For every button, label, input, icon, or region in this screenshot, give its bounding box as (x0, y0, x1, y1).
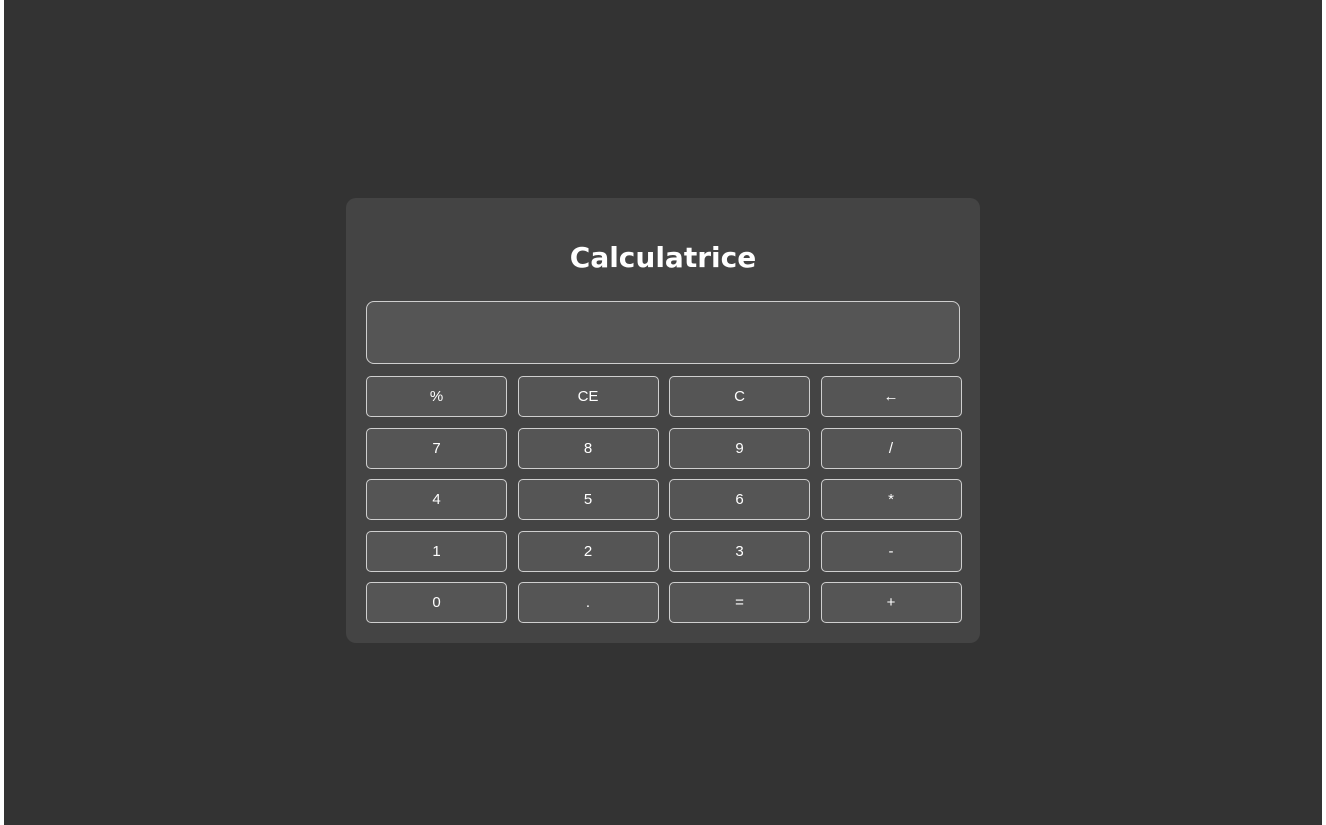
digit-5-button[interactable]: 5 (517, 479, 659, 520)
digit-9-button[interactable]: 9 (669, 427, 810, 469)
page-title: Calculatrice (569, 241, 757, 274)
digit-1-button[interactable]: 1 (366, 530, 507, 572)
digit-8-button[interactable]: 8 (517, 427, 659, 469)
clear-button[interactable]: C (669, 376, 810, 417)
digit-0-button[interactable]: 0 (366, 582, 507, 623)
digit-3-button[interactable]: 3 (669, 530, 810, 572)
digit-6-button[interactable]: 6 (669, 479, 810, 520)
digit-2-button[interactable]: 2 (517, 530, 659, 572)
equals-button[interactable]: = (669, 582, 810, 623)
clear-entry-button[interactable]: CE (517, 376, 659, 417)
page-background: Calculatrice % CE C ← 7 8 9 / 4 5 6 * 1 … (4, 0, 1322, 825)
calculator-display[interactable] (366, 301, 960, 364)
add-button[interactable]: + (820, 582, 962, 623)
divide-button[interactable]: / (820, 427, 962, 469)
subtract-button[interactable]: - (820, 530, 962, 572)
digit-4-button[interactable]: 4 (366, 479, 507, 520)
decimal-point-button[interactable]: . (517, 582, 659, 623)
backspace-button[interactable]: ← (820, 376, 962, 417)
keypad: % CE C ← 7 8 9 / 4 5 6 * 1 2 3 - 0 . = + (366, 376, 962, 623)
percent-button[interactable]: % (366, 376, 507, 417)
multiply-button[interactable]: * (820, 479, 962, 520)
digit-7-button[interactable]: 7 (366, 427, 507, 469)
